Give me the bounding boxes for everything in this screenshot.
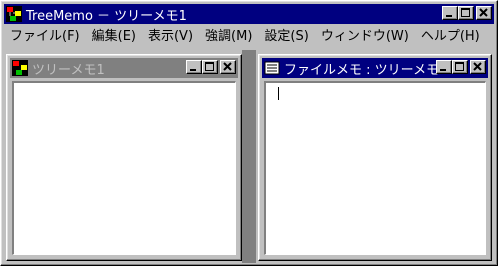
- tree-minimize-button[interactable]: [186, 60, 202, 74]
- memo-window-controls: [436, 60, 486, 74]
- minimize-icon: [446, 15, 452, 17]
- splitter-bar[interactable]: [242, 50, 256, 263]
- menu-file[interactable]: ファイル(F): [4, 27, 86, 47]
- main-window: TreeMemo － ツリーメモ1 ファイル(F) 編集(E) 表示(V) 強調…: [0, 0, 498, 266]
- memo-window-icon[interactable]: [264, 60, 280, 76]
- memo-text-area[interactable]: [264, 81, 486, 255]
- menu-view[interactable]: 表示(V): [142, 27, 199, 47]
- tree-maximize-button[interactable]: [202, 60, 218, 74]
- menu-help[interactable]: ヘルプ(H): [415, 27, 486, 47]
- tree-window: ツリーメモ1: [6, 54, 242, 261]
- tree-window-icon[interactable]: [12, 60, 28, 76]
- text-caret: [278, 87, 279, 100]
- main-title-bar[interactable]: TreeMemo － ツリーメモ1: [4, 4, 494, 24]
- menu-settings[interactable]: 設定(S): [258, 27, 314, 47]
- close-button[interactable]: [476, 6, 492, 20]
- minimize-icon: [440, 69, 446, 71]
- menu-emphasis[interactable]: 強調(M): [199, 27, 258, 47]
- tree-window-title: ツリーメモ1: [32, 62, 105, 78]
- tree-close-button[interactable]: [220, 60, 236, 74]
- menu-window[interactable]: ウィンドウ(W): [315, 27, 415, 47]
- maximize-icon: [461, 8, 470, 17]
- main-window-controls: [442, 6, 492, 20]
- minimize-button[interactable]: [442, 6, 458, 20]
- mdi-client-area: ツリーメモ1 ファイルメモ: ツリーメモ1: [4, 50, 495, 263]
- menu-bar: ファイル(F) 編集(E) 表示(V) 強調(M) 設定(S) ウィンドウ(W)…: [4, 26, 494, 48]
- close-icon: [223, 62, 232, 71]
- memo-maximize-button[interactable]: [452, 60, 468, 74]
- memo-minimize-button[interactable]: [436, 60, 452, 74]
- tree-window-controls: [186, 60, 236, 74]
- treememo-app-icon[interactable]: [6, 6, 22, 22]
- maximize-icon: [455, 62, 464, 71]
- memo-window-title-bar[interactable]: ファイルメモ : ツリーメモ1: [262, 58, 488, 78]
- close-icon: [473, 62, 482, 71]
- maximize-button[interactable]: [458, 6, 474, 20]
- tree-window-title-bar[interactable]: ツリーメモ1: [10, 58, 238, 78]
- tree-view-pane[interactable]: [12, 81, 236, 255]
- minimize-icon: [190, 69, 196, 71]
- memo-window-title: ファイルメモ : ツリーメモ1: [284, 62, 448, 78]
- memo-window: ファイルメモ : ツリーメモ1: [258, 54, 492, 261]
- memo-close-button[interactable]: [470, 60, 486, 74]
- maximize-icon: [205, 62, 214, 71]
- close-icon: [479, 8, 488, 17]
- main-window-title: TreeMemo － ツリーメモ1: [26, 8, 187, 24]
- menu-edit[interactable]: 編集(E): [86, 27, 142, 47]
